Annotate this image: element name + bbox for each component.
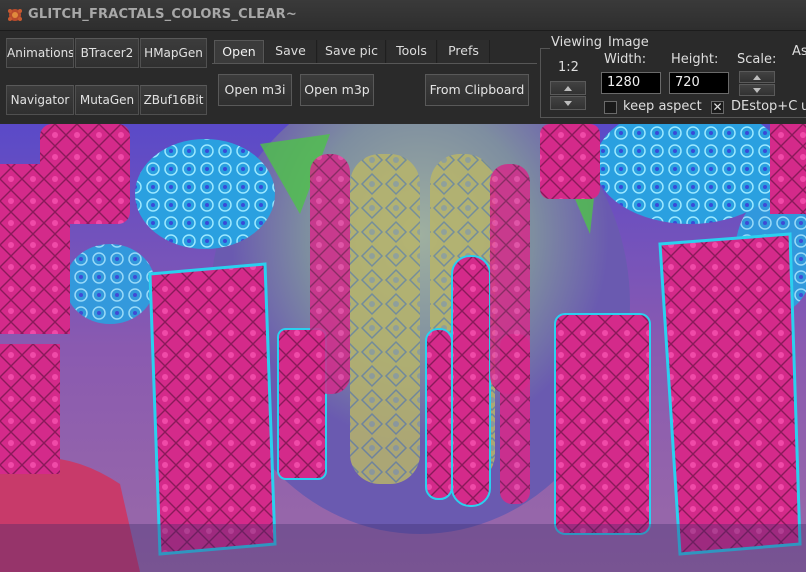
tab-tools[interactable]: Tools xyxy=(387,40,437,63)
viewing-ratio: 1:2 xyxy=(558,60,579,75)
viewing-label: Viewing xyxy=(551,35,602,50)
tab-save-pic[interactable]: Save pic xyxy=(318,40,386,63)
render-viewport[interactable] xyxy=(0,124,806,572)
image-label: Image xyxy=(608,35,649,50)
keep-aspect-label: keep aspect xyxy=(623,99,702,114)
from-clipboard-button[interactable]: From Clipboard xyxy=(425,74,529,106)
btracer2-button[interactable]: BTracer2 xyxy=(75,38,139,68)
destop-label: DEstop+C xyxy=(731,99,798,114)
tab-save[interactable]: Save xyxy=(265,40,317,63)
viewing-up-button[interactable] xyxy=(550,81,586,95)
width-field[interactable]: 1280 xyxy=(601,72,661,94)
arrow-down-icon xyxy=(753,88,761,93)
checkmark-icon: ✕ xyxy=(712,100,723,114)
window-title: GLITCH_FRACTALS_COLORS_CLEAR~ xyxy=(28,7,297,22)
hmapgen-button[interactable]: HMapGen xyxy=(140,38,207,68)
group-divider xyxy=(540,48,541,118)
group-frame-top xyxy=(540,48,550,49)
arrow-up-icon xyxy=(753,75,761,80)
app-icon xyxy=(8,9,22,21)
height-field[interactable]: 720 xyxy=(669,72,729,94)
height-label: Height: xyxy=(671,52,719,67)
arrow-up-icon xyxy=(564,86,572,91)
scale-down-button[interactable] xyxy=(739,84,775,96)
cut-label-right: As xyxy=(792,44,806,59)
zbuf16bit-button[interactable]: ZBuf16Bit xyxy=(140,85,207,115)
title-bar: GLITCH_FRACTALS_COLORS_CLEAR~ xyxy=(0,0,806,31)
viewing-down-button[interactable] xyxy=(550,96,586,110)
tab-open[interactable]: Open xyxy=(214,40,264,63)
navigator-button[interactable]: Navigator xyxy=(6,85,74,115)
cut-label-right-2: u xyxy=(801,99,806,114)
destop-checkbox[interactable]: ✕ xyxy=(711,101,724,114)
open-tab-panel: Open m3i Open m3p From Clipboard xyxy=(212,63,537,122)
keep-aspect-checkbox[interactable] xyxy=(604,101,617,114)
tab-prefs[interactable]: Prefs xyxy=(438,40,490,63)
open-m3p-button[interactable]: Open m3p xyxy=(300,74,374,106)
fractal-render-image xyxy=(0,124,806,572)
scale-label: Scale: xyxy=(737,52,777,67)
width-label: Width: xyxy=(604,52,647,67)
arrow-down-icon xyxy=(564,101,572,106)
group-frame-bottom xyxy=(540,117,806,118)
animations-button[interactable]: Animations xyxy=(6,38,74,68)
open-m3i-button[interactable]: Open m3i xyxy=(218,74,292,106)
toolbar: Animations BTracer2 HMapGen Navigator Mu… xyxy=(0,31,806,123)
scale-up-button[interactable] xyxy=(739,71,775,83)
mutagen-button[interactable]: MutaGen xyxy=(75,85,139,115)
